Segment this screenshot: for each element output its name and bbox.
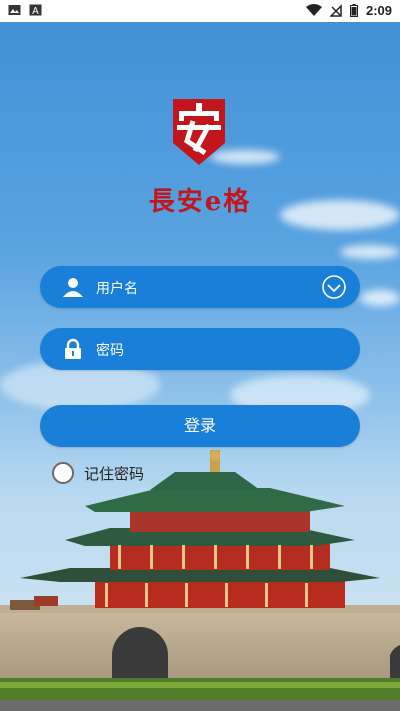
battery-icon: [349, 4, 358, 17]
app-name: 長安e格: [148, 187, 252, 217]
password-input[interactable]: 密码: [96, 340, 124, 360]
chevron-down-icon[interactable]: [322, 275, 346, 299]
username-input[interactable]: 用户名: [96, 278, 138, 298]
cloud: [340, 245, 400, 259]
no-signal-icon: [329, 4, 342, 17]
status-bar: A 2:09: [0, 0, 400, 22]
bell-tower-image: [0, 450, 400, 711]
password-field[interactable]: 密码: [40, 328, 360, 370]
cloud: [360, 290, 400, 306]
user-icon: [63, 278, 83, 297]
remember-checkbox[interactable]: [52, 462, 74, 484]
status-time: 2:09: [365, 3, 392, 18]
wifi-icon: [305, 4, 322, 16]
app-logo: [173, 99, 225, 165]
a-icon: A: [29, 4, 42, 16]
login-button[interactable]: 登录: [40, 405, 360, 447]
remember-label: 记住密码: [84, 464, 145, 483]
remember-password[interactable]: 记住密码: [52, 460, 144, 486]
svg-text:A: A: [32, 6, 39, 16]
logo-area: 長安e格: [0, 95, 400, 217]
username-field[interactable]: 用户名: [40, 266, 360, 308]
lock-icon: [65, 338, 81, 359]
image-icon: [8, 5, 21, 15]
